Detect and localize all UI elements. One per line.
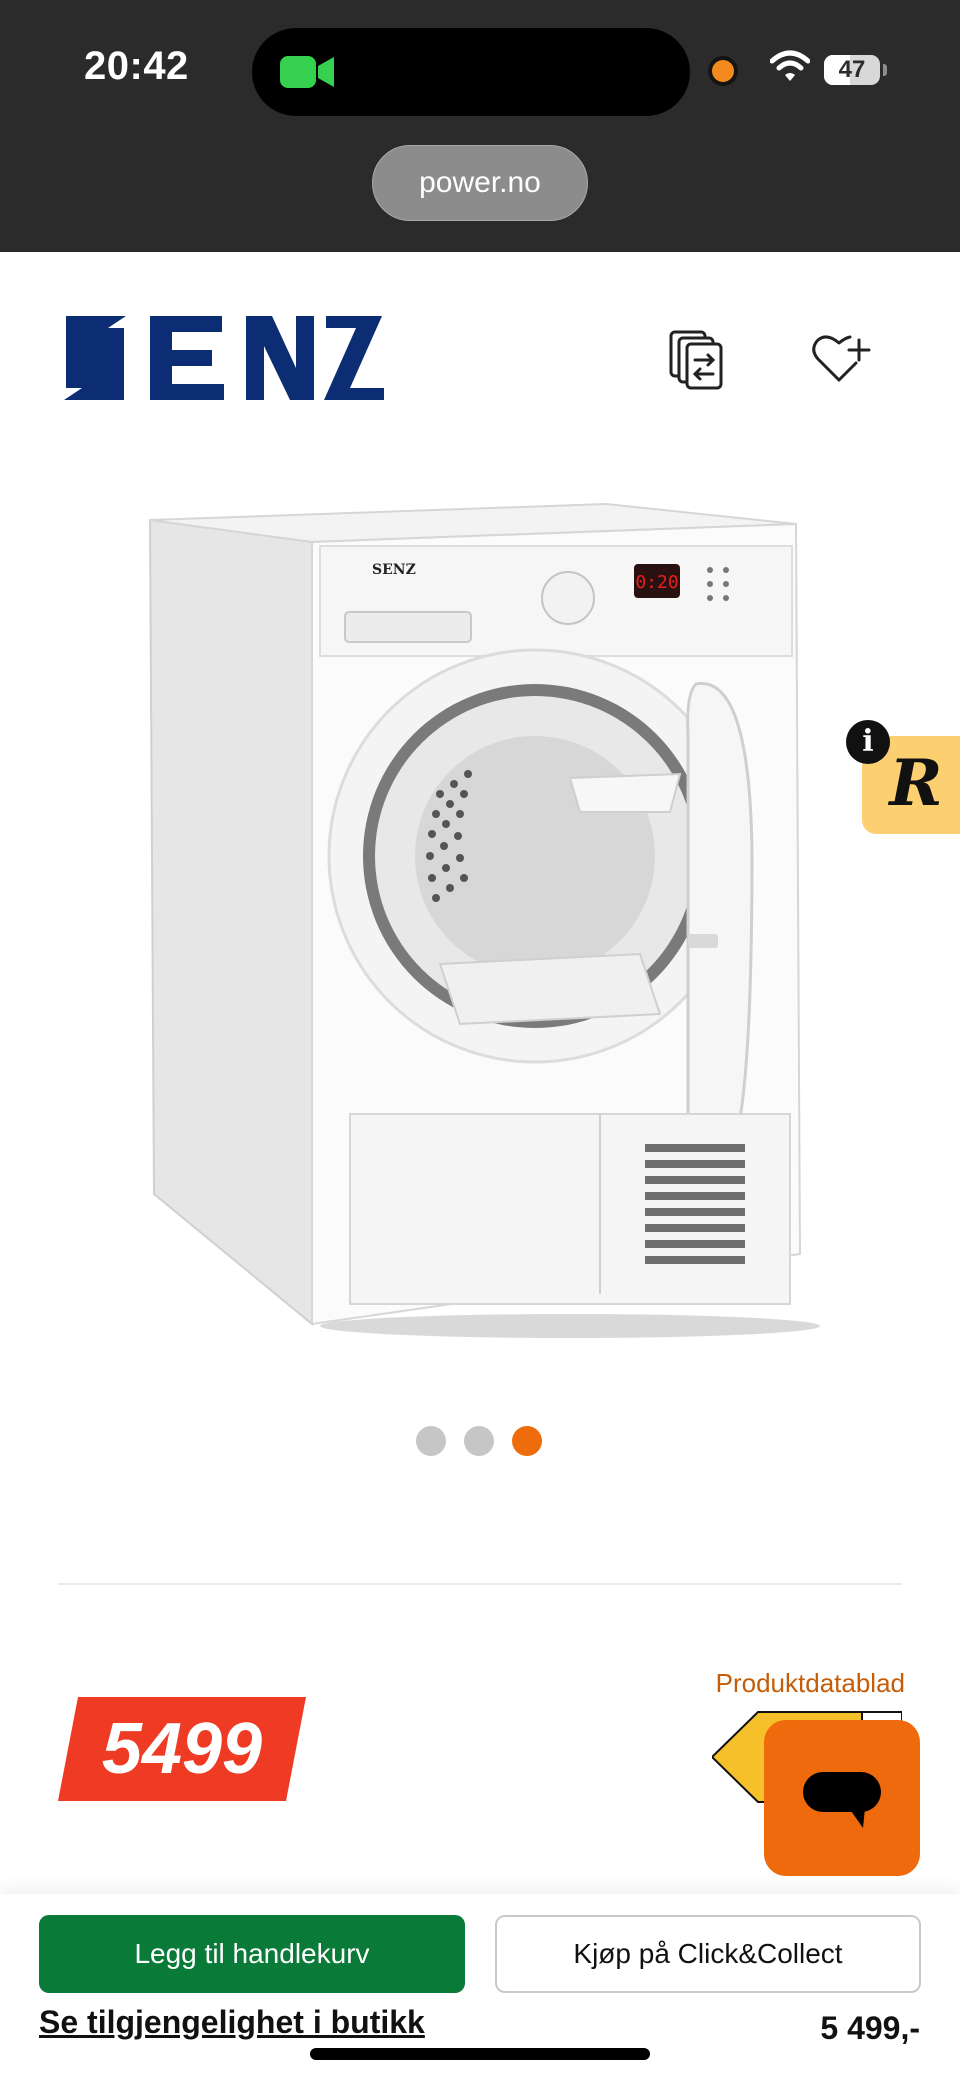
brand-logo[interactable] <box>60 316 384 400</box>
chat-bubble-icon <box>803 1772 881 1828</box>
facetime-video-icon <box>280 56 334 88</box>
info-icon[interactable]: i <box>846 720 890 764</box>
price-value: 5499 <box>101 1709 263 1789</box>
battery-icon: 47 <box>824 55 880 85</box>
battery-nub <box>883 64 887 76</box>
appliance-brand-label: SENZ <box>372 562 416 578</box>
bottom-price: 5 499,- <box>820 2010 920 2046</box>
divider <box>58 1583 902 1585</box>
carousel-dot[interactable] <box>416 1426 446 1456</box>
status-bar: 20:42 47 power.no <box>0 0 960 252</box>
carousel-dot[interactable] <box>464 1426 494 1456</box>
side-widget-logo: R <box>889 746 943 821</box>
wifi-icon <box>770 50 810 81</box>
battery-level: 47 <box>838 56 866 83</box>
dynamic-island <box>252 28 690 116</box>
chat-button[interactable] <box>764 1720 920 1876</box>
product-image-dryer[interactable]: SENZ 0:20 <box>140 494 820 1340</box>
compare-icon[interactable] <box>667 328 727 392</box>
add-to-cart-button[interactable]: Legg til handlekurv <box>39 1915 465 1993</box>
recording-indicator-icon <box>712 60 734 82</box>
home-indicator[interactable] <box>310 2048 650 2060</box>
store-availability-link[interactable]: Se tilgjengelighet i butikk <box>39 2004 425 2041</box>
carousel-dot[interactable] <box>512 1426 542 1456</box>
appliance-display-readout: 0:20 <box>635 572 678 593</box>
status-time: 20:42 <box>84 44 189 88</box>
browser-url-bar[interactable]: power.no <box>372 145 588 221</box>
product-datasheet-link[interactable]: Produktdatablad <box>700 1668 905 1699</box>
wishlist-heart-plus-icon[interactable] <box>812 332 872 384</box>
product-page: 20:42 47 power.no SENZ 0:20 5499 Produkt… <box>0 0 960 2081</box>
click-and-collect-button[interactable]: Kjøp på Click&Collect <box>495 1915 921 1993</box>
